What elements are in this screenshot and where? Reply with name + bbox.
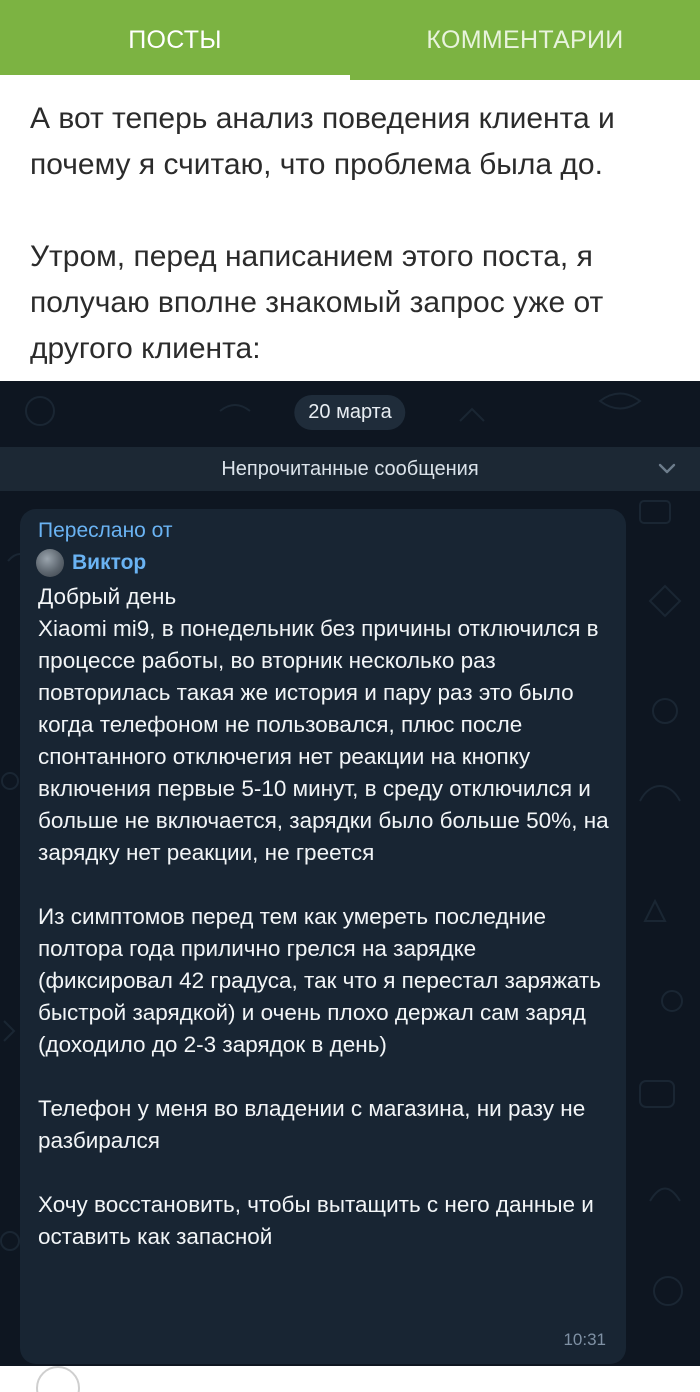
chat-screenshot: 20 марта Непрочитанные сообщения Пересла… (0, 381, 700, 1392)
tab-comments-label: КОММЕНТАРИИ (426, 25, 624, 54)
unread-messages-label: Непрочитанные сообщения (221, 457, 479, 480)
tab-comments[interactable]: КОММЕНТАРИИ (350, 0, 700, 80)
chevron-down-icon[interactable] (656, 457, 678, 479)
message-bubble[interactable]: Переслано от Виктор Добрый день Xiaomi m… (20, 509, 626, 1364)
floating-button[interactable] (36, 1366, 80, 1392)
active-tab-indicator (0, 75, 350, 80)
message-text: Добрый день Xiaomi mi9, в понедельник бе… (38, 584, 609, 1249)
post-paragraph: Утром, перед написанием этого поста, я п… (30, 240, 604, 365)
forwarded-label: Переслано от (38, 519, 173, 542)
unread-messages-bar: Непрочитанные сообщения (0, 447, 700, 491)
tab-posts[interactable]: ПОСТЫ (0, 0, 350, 80)
avatar (36, 549, 64, 577)
date-separator: 20 марта (294, 395, 406, 430)
post-text: А вот теперь анализ поведения клиента и … (30, 96, 680, 372)
bottom-strip (0, 1366, 700, 1392)
post-paragraph: А вот теперь анализ поведения клиента и … (30, 102, 615, 181)
sender-name: Виктор (72, 551, 147, 574)
tab-bar: ПОСТЫ КОММЕНТАРИИ (0, 0, 700, 80)
message-time: 10:31 (563, 1330, 606, 1349)
tab-posts-label: ПОСТЫ (128, 25, 222, 54)
forwarded-sender[interactable]: Виктор (36, 549, 146, 577)
